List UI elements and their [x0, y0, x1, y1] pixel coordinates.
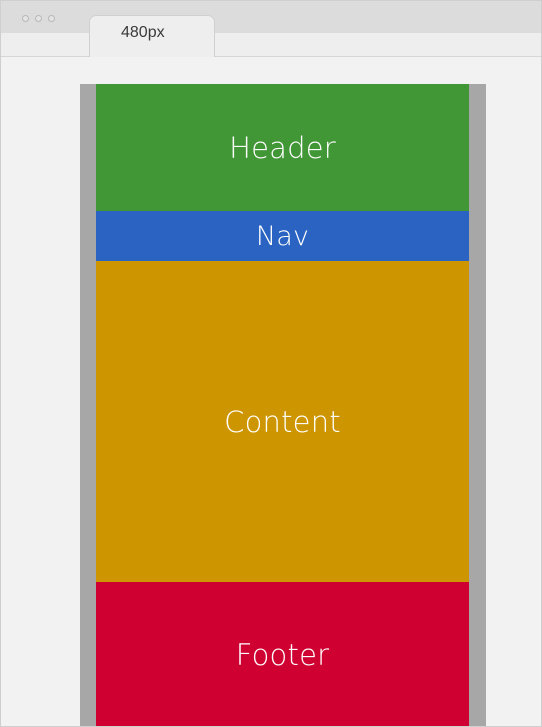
browser-tab[interactable]: 480px: [89, 15, 215, 57]
header-block: Header: [96, 84, 469, 211]
browser-viewport: Header Nav Content Footer: [1, 57, 541, 726]
tab-label: 480px: [121, 24, 165, 41]
title-bar-bottom: [1, 33, 541, 57]
content-label: Content: [224, 404, 341, 439]
title-bar: [1, 1, 541, 33]
nav-label: Nav: [255, 220, 310, 252]
header-label: Header: [229, 130, 336, 165]
footer-label: Footer: [235, 638, 330, 672]
browser-window: 480px Header Nav Content Footer: [0, 0, 542, 727]
minimize-dot-icon[interactable]: [35, 15, 42, 22]
nav-block: Nav: [96, 211, 469, 261]
window-controls: [22, 15, 55, 22]
close-dot-icon[interactable]: [22, 15, 29, 22]
page-frame: Header Nav Content Footer: [80, 84, 486, 726]
content-block: Content: [96, 261, 469, 582]
footer-block: Footer: [96, 582, 469, 726]
maximize-dot-icon[interactable]: [48, 15, 55, 22]
